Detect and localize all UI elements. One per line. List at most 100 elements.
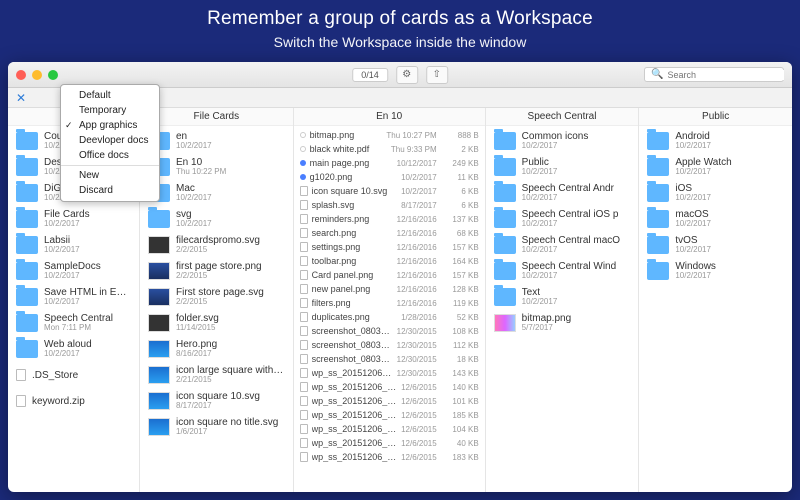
file-row[interactable]: new panel.png12/16/2016128 KB [294,282,485,296]
list-item[interactable]: Speech CentralMon 7:11 PM [8,310,139,336]
file-name: screenshot_08032015_... [312,354,393,364]
list-item[interactable]: tvOS10/2/2017 [639,232,792,258]
maximize-button[interactable] [48,70,58,80]
list-item[interactable]: filecardspromo.svg2/2/2015 [140,232,293,258]
menu-item[interactable]: Deevloper docs [61,133,159,148]
file-size: 104 KB [441,425,479,434]
file-row[interactable]: icon square 10.svg10/2/20176 KB [294,184,485,198]
list-item[interactable]: Windows10/2/2017 [639,258,792,284]
list-item[interactable]: Labsii10/2/2017 [8,232,139,258]
hero-subtitle: Switch the Workspace inside the window [0,34,800,50]
counter-pill: 0/14 [352,68,388,82]
list-item[interactable]: Web aloud10/2/2017 [8,336,139,362]
file-icon [300,340,308,350]
share-icon[interactable]: ⇧ [426,66,448,84]
list-item[interactable]: first page store.png2/2/2015 [140,258,293,284]
list-item[interactable]: iOS10/2/2017 [639,180,792,206]
file-row[interactable]: settings.png12/16/2016157 KB [294,240,485,254]
item-date: 10/2/2017 [675,168,784,177]
list-item[interactable]: Text10/2/2017 [486,284,639,310]
column-header: Public [639,108,792,126]
list-item[interactable]: en10/2/2017 [140,128,293,154]
file-row[interactable]: splash.svg8/17/20176 KB [294,198,485,212]
list-item[interactable]: icon square no title.svg1/6/2017 [140,414,293,440]
file-date: 12/16/2016 [397,243,437,252]
file-row[interactable]: wp_ss_20151206_0013...12/6/2015185 KB [294,408,485,422]
list-item[interactable]: En 10Thu 10:22 PM [140,154,293,180]
gear-icon[interactable]: ⚙ [396,66,418,84]
list-item[interactable]: folder.svg11/14/2015 [140,310,293,336]
file-row[interactable]: wp_ss_20151206_0012...12/6/2015104 KB [294,422,485,436]
file-row[interactable]: toolbar.png12/16/2016164 KB [294,254,485,268]
file-date: 10/12/2017 [397,159,437,168]
list-item[interactable]: svg10/2/2017 [140,206,293,232]
list-item[interactable]: Android10/2/2017 [639,128,792,154]
file-row[interactable]: wp_ss_20151206_0018...12/6/2015140 KB [294,380,485,394]
search-icon: 🔍 [651,69,663,80]
list-item[interactable]: Speech Central Wind10/2/2017 [486,258,639,284]
file-row[interactable]: wp_ss_20151206_0019...12/30/2015143 KB [294,366,485,380]
minimize-button[interactable] [32,70,42,80]
menu-item[interactable]: Discard [61,183,159,198]
list-item[interactable]: Public10/2/2017 [486,154,639,180]
file-row[interactable]: wp_ss_20151206_0010...12/6/2015183 KB [294,450,485,464]
item-date: 8/16/2017 [176,350,285,359]
file-row[interactable]: bitmap.pngThu 10:27 PM888 B [294,128,485,142]
file-row[interactable]: wp_ss_20151206_0011...12/6/201540 KB [294,436,485,450]
file-row[interactable]: duplicates.png1/28/201652 KB [294,310,485,324]
file-row[interactable]: reminders.png12/16/2016137 KB [294,212,485,226]
list-item[interactable]: Speech Central Andr10/2/2017 [486,180,639,206]
list-item[interactable]: Hero.png8/16/2017 [140,336,293,362]
file-row[interactable]: screenshot_08032015_...12/30/2015108 KB [294,324,485,338]
item-date: 10/2/2017 [176,194,285,203]
list-item[interactable]: SampleDocs10/2/2017 [8,258,139,284]
list-item[interactable]: Common icons10/2/2017 [486,128,639,154]
file-row[interactable]: Card panel.png12/16/2016157 KB [294,268,485,282]
list-item[interactable]: macOS10/2/2017 [639,206,792,232]
list-item[interactable]: keyword.zip [8,388,139,414]
file-row[interactable]: g1020.png10/2/201711 KB [294,170,485,184]
list-item[interactable]: bitmap.png5/7/2017 [486,310,639,336]
search-input[interactable] [667,70,784,80]
column-2: File Cards en10/2/2017En 10Thu 10:22 PMM… [140,108,294,492]
list-item[interactable]: icon large square with title.svg2/21/201… [140,362,293,388]
file-date: 12/6/2015 [401,383,437,392]
list-item[interactable]: Mac10/2/2017 [140,180,293,206]
item-date: 11/14/2015 [176,324,285,333]
file-date: 12/16/2016 [397,257,437,266]
list-item[interactable]: icon square 10.svg8/17/2017 [140,388,293,414]
file-row[interactable]: filters.png12/16/2016119 KB [294,296,485,310]
file-date: 12/16/2016 [397,285,437,294]
file-row[interactable]: wp_ss_20151206_0014...12/6/2015101 KB [294,394,485,408]
folder-icon [647,210,669,228]
item-name: keyword.zip [32,396,131,407]
menu-item[interactable]: Office docs [61,148,159,163]
list-item[interactable]: File Cards10/2/2017 [8,206,139,232]
list-item[interactable]: .DS_Store [8,362,139,388]
file-size: 137 KB [441,215,479,224]
file-row[interactable]: screenshot_08032015_...12/30/2015112 KB [294,338,485,352]
file-row[interactable]: screenshot_08032015_...12/30/201518 KB [294,352,485,366]
menu-item[interactable]: Temporary [61,103,159,118]
file-name: wp_ss_20151206_0012... [312,424,397,434]
search-field[interactable]: 🔍 [644,67,784,82]
close-tab-icon[interactable]: ✕ [16,91,26,105]
menu-item[interactable]: Default [61,88,159,103]
workspace-menu[interactable]: DefaultTemporaryApp graphicsDeevloper do… [60,84,160,202]
file-size: 888 B [441,131,479,140]
menu-item[interactable]: App graphics [61,118,159,133]
file-row[interactable]: search.png12/16/201668 KB [294,226,485,240]
file-name: duplicates.png [312,312,397,322]
file-name: black white.pdf [310,144,387,154]
file-row[interactable]: main page.png10/12/2017249 KB [294,156,485,170]
file-row[interactable]: black white.pdfThu 9:33 PM2 KB [294,142,485,156]
close-button[interactable] [16,70,26,80]
folder-icon [16,236,38,254]
file-name: screenshot_08032015_... [312,340,393,350]
list-item[interactable]: Apple Watch10/2/2017 [639,154,792,180]
list-item[interactable]: First store page.svg2/2/2015 [140,284,293,310]
menu-item[interactable]: New [61,168,159,183]
list-item[interactable]: Speech Central macO10/2/2017 [486,232,639,258]
list-item[interactable]: Speech Central iOS p10/2/2017 [486,206,639,232]
list-item[interactable]: Save HTML in Edge10/2/2017 [8,284,139,310]
